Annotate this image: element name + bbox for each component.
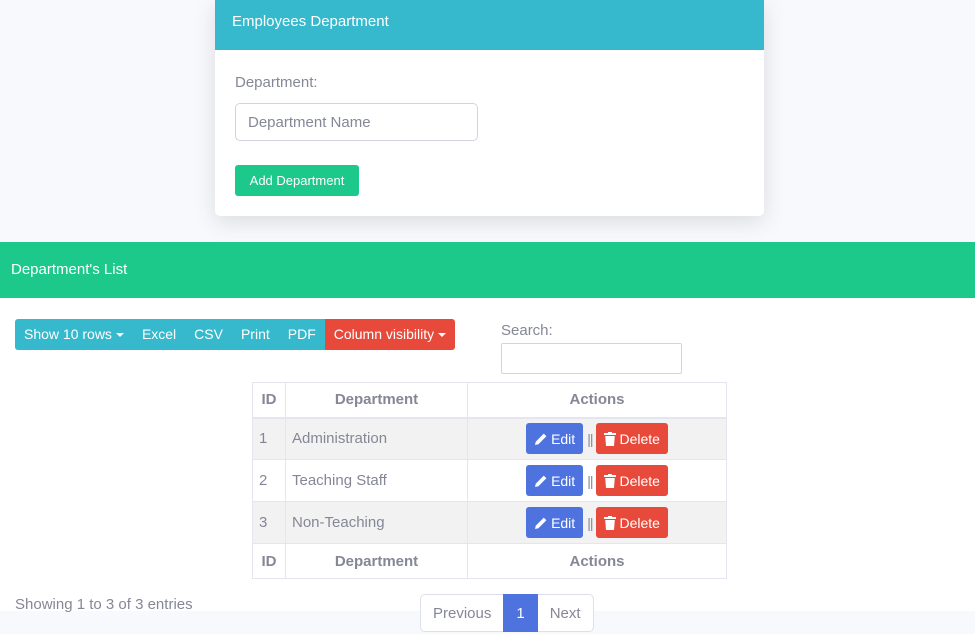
cell-id: 3 — [252, 501, 286, 544]
cell-department: Non-Teaching — [285, 501, 468, 544]
edit-button[interactable]: Edit — [526, 465, 584, 496]
pagination: Previous 1 Next — [420, 594, 594, 634]
table-info: Showing 1 to 3 of 3 entries — [15, 596, 193, 613]
table-row: 1 Administration Edit || Delete — [252, 417, 727, 460]
pencil-icon — [535, 433, 547, 445]
department-label: Department: — [235, 74, 318, 91]
column-visibility-button[interactable]: Column visibility — [324, 319, 456, 350]
card-title: Employees Department — [215, 0, 764, 50]
show-rows-button[interactable]: Show 10 rows — [15, 319, 133, 350]
delete-button[interactable]: Delete — [596, 465, 668, 496]
pencil-icon — [535, 517, 547, 529]
department-name-input[interactable] — [235, 103, 478, 141]
caret-down-icon — [115, 333, 124, 337]
delete-label: Delete — [619, 430, 660, 447]
action-separator: || — [587, 472, 593, 489]
column-header-department[interactable]: Department — [285, 382, 468, 419]
cell-department: Administration — [285, 417, 468, 460]
edit-label: Edit — [551, 514, 576, 531]
edit-label: Edit — [551, 430, 576, 447]
add-department-card: Employees Department Department: Add Dep… — [215, 0, 764, 216]
table-toolbar: Show 10 rows Excel CSV Print PDF Column … — [15, 319, 456, 350]
table-row: 2 Teaching Staff Edit || Delete — [252, 459, 727, 502]
column-header-actions: Actions — [467, 382, 727, 419]
footer-header-actions: Actions — [467, 543, 727, 579]
cell-id: 2 — [252, 459, 286, 502]
csv-button[interactable]: CSV — [185, 319, 232, 350]
action-separator: || — [587, 514, 593, 531]
table-header-row: ID Department Actions — [252, 382, 727, 419]
trash-icon — [604, 515, 617, 530]
action-separator: || — [587, 430, 593, 447]
cell-actions: Edit || Delete — [467, 417, 727, 460]
cell-department: Teaching Staff — [285, 459, 468, 502]
department-list-panel: Department's List Show 10 rows Excel CSV… — [0, 242, 975, 632]
table-row: 3 Non-Teaching Edit || Delete — [252, 501, 727, 544]
show-rows-label: Show 10 rows — [24, 326, 112, 342]
column-visibility-label: Column visibility — [333, 326, 435, 342]
pdf-button[interactable]: PDF — [278, 319, 325, 350]
previous-page-button[interactable]: Previous — [420, 594, 504, 632]
delete-button[interactable]: Delete — [596, 423, 668, 455]
edit-label: Edit — [551, 472, 576, 489]
print-button[interactable]: Print — [231, 319, 279, 350]
delete-label: Delete — [619, 472, 660, 489]
delete-label: Delete — [619, 514, 660, 531]
cell-actions: Edit || Delete — [467, 501, 727, 544]
edit-button[interactable]: Edit — [526, 423, 584, 455]
table-footer-row: ID Department Actions — [252, 543, 727, 579]
excel-button[interactable]: Excel — [132, 319, 186, 350]
next-page-button[interactable]: Next — [537, 594, 594, 632]
search-input[interactable] — [501, 343, 682, 374]
footer-header-id: ID — [252, 543, 286, 579]
cell-id: 1 — [252, 417, 286, 460]
delete-button[interactable]: Delete — [596, 507, 668, 538]
trash-icon — [604, 431, 617, 446]
trash-icon — [604, 473, 617, 488]
footer-header-department: Department — [285, 543, 468, 579]
cell-actions: Edit || Delete — [467, 459, 727, 502]
department-table: ID Department Actions 1 Administration E… — [252, 382, 727, 579]
add-department-button[interactable]: Add Department — [235, 165, 359, 196]
search-label: Search: — [501, 322, 553, 339]
list-title: Department's List — [0, 242, 975, 298]
pencil-icon — [535, 475, 547, 487]
edit-button[interactable]: Edit — [526, 507, 584, 538]
column-header-id[interactable]: ID — [252, 382, 286, 419]
page-1-button[interactable]: 1 — [503, 594, 538, 632]
caret-down-icon — [438, 333, 447, 337]
